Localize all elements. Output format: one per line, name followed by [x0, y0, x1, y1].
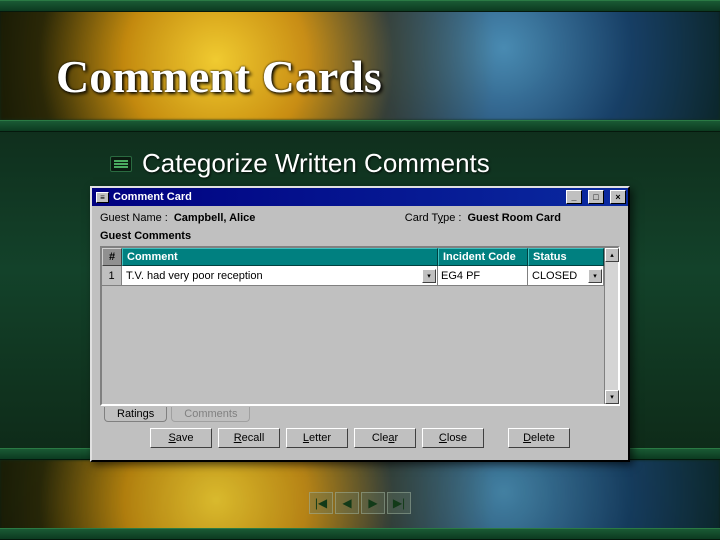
incident-input[interactable]	[441, 269, 524, 283]
col-header-comment[interactable]: Comment	[122, 248, 438, 266]
tab-comments-label: Comments	[184, 408, 237, 420]
maximize-button[interactable]: □	[588, 190, 604, 204]
close-button[interactable]: ×	[610, 190, 626, 204]
col-header-status[interactable]: Status	[528, 248, 604, 266]
subtitle-row: Categorize Written Comments	[110, 148, 490, 179]
table-row: 1 ▾ ▾	[102, 266, 604, 286]
clear-button[interactable]: Clear	[354, 428, 416, 448]
window-system-icon[interactable]: ≡	[96, 192, 109, 203]
delete-button[interactable]: Delete	[508, 428, 570, 448]
tabs-row: Ratings Comments	[92, 407, 628, 422]
col-header-incident[interactable]: Incident Code	[438, 248, 528, 266]
comment-dropdown-button[interactable]: ▾	[422, 269, 436, 283]
slide-stage: Comment Cards Categorize Written Comment…	[0, 0, 720, 540]
grid-header: # Comment Incident Code Status	[102, 248, 604, 266]
comment-input[interactable]	[123, 269, 422, 283]
section-label: Guest Comments	[92, 226, 628, 244]
scroll-down-button[interactable]: ▾	[605, 390, 619, 404]
comments-grid: # Comment Incident Code Status 1 ▾	[100, 246, 620, 406]
tab-ratings-label: Ratings	[117, 408, 154, 420]
close-window-button[interactable]: Close	[422, 428, 484, 448]
card-type-value: Guest Room Card	[467, 212, 561, 224]
slide-nav-controls: |◀ ◀ ▶ ▶|	[309, 492, 411, 514]
grid-scrollbar[interactable]: ▴ ▾	[604, 248, 618, 404]
tab-ratings[interactable]: Ratings	[104, 407, 167, 422]
divider-bar	[0, 120, 720, 132]
recall-button[interactable]: Recall	[218, 428, 280, 448]
row-num: 1	[102, 266, 122, 286]
bullet-icon	[110, 156, 132, 172]
scroll-track[interactable]	[605, 262, 618, 390]
grid-body: # Comment Incident Code Status 1 ▾	[102, 248, 604, 404]
scroll-up-button[interactable]: ▴	[605, 248, 619, 262]
letter-button[interactable]: Letter	[286, 428, 348, 448]
guest-name-value: Campbell, Alice	[174, 212, 256, 224]
grid-empty-area	[102, 286, 590, 404]
comment-cell[interactable]: ▾	[122, 266, 438, 286]
status-input[interactable]	[529, 269, 588, 283]
card-type-label: Card Type :	[405, 212, 462, 224]
button-bar: Save Recall Letter Clear Close Delete	[92, 422, 628, 454]
comment-card-window: ≡ Comment Card _ □ × Guest Name : Campbe…	[90, 186, 630, 462]
nav-next-button[interactable]: ▶	[361, 492, 385, 514]
status-cell[interactable]: ▾	[528, 266, 604, 286]
nav-first-button[interactable]: |◀	[309, 492, 333, 514]
divider-bar	[0, 528, 720, 540]
col-header-num[interactable]: #	[102, 248, 122, 266]
window-titlebar[interactable]: ≡ Comment Card _ □ ×	[92, 188, 628, 206]
minimize-button[interactable]: _	[566, 190, 582, 204]
nav-prev-button[interactable]: ◀	[335, 492, 359, 514]
divider-bar	[0, 0, 720, 12]
status-dropdown-button[interactable]: ▾	[588, 269, 602, 283]
slide-subtitle: Categorize Written Comments	[142, 148, 490, 179]
slide-title: Comment Cards	[56, 50, 382, 103]
incident-cell[interactable]	[438, 266, 528, 286]
form-row-guest: Guest Name : Campbell, Alice Card Type :…	[92, 206, 628, 226]
tab-comments[interactable]: Comments	[171, 407, 250, 422]
window-title: Comment Card	[113, 191, 562, 203]
nav-last-button[interactable]: ▶|	[387, 492, 411, 514]
guest-name-label: Guest Name :	[100, 212, 168, 224]
save-button[interactable]: Save	[150, 428, 212, 448]
